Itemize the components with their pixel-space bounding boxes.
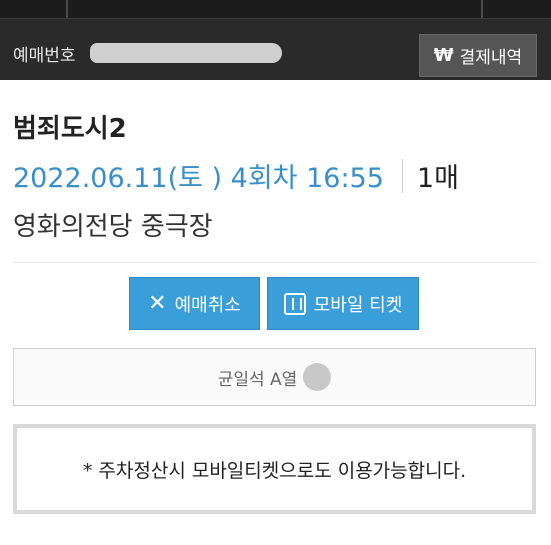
mobile-ticket-button[interactable]: 모바일 티켓 bbox=[267, 277, 419, 330]
won-icon: ₩ bbox=[433, 45, 454, 66]
ticket-count: 1매 bbox=[416, 163, 459, 194]
x-icon: ✕ bbox=[148, 291, 167, 316]
booking-number-label: 예매번호 bbox=[13, 46, 76, 66]
venue-name: 영화의전당 중극장 bbox=[13, 212, 213, 242]
cancel-label: 예매취소 bbox=[174, 294, 241, 316]
seat-label: 균일석 A열 bbox=[217, 369, 298, 390]
ticket-icon bbox=[283, 292, 306, 315]
payment-history-button[interactable]: ₩ 결제내역 bbox=[419, 34, 537, 77]
payment-history-label: 결제내역 bbox=[459, 48, 523, 68]
notice-text: * 주차정산시 모바일티켓으로도 이용가능합니다. bbox=[82, 459, 467, 482]
booking-header: 예매번호 ₩ 결제내역 bbox=[0, 18, 551, 80]
top-divider bbox=[481, 0, 483, 18]
cancel-reservation-button[interactable]: ✕ 예매취소 bbox=[129, 277, 260, 330]
count-separator bbox=[401, 158, 403, 193]
seat-number-redacted bbox=[303, 363, 332, 391]
mobile-ticket-label: 모바일 티켓 bbox=[313, 294, 403, 316]
showtime-datetime: 2022.06.11(토 ) 4회차 16:55 bbox=[13, 163, 384, 194]
section-divider bbox=[13, 262, 537, 263]
movie-title: 범죄도시2 bbox=[13, 114, 127, 144]
top-divider bbox=[66, 0, 68, 18]
seat-info: 균일석 A열 bbox=[13, 348, 536, 406]
parking-notice: * 주차정산시 모바일티켓으로도 이용가능합니다. bbox=[13, 424, 536, 514]
showtime-line: 2022.06.11(토 ) 4회차 16:55 1매 bbox=[13, 156, 459, 195]
top-strip bbox=[0, 0, 551, 18]
booking-number-redacted bbox=[90, 43, 282, 63]
